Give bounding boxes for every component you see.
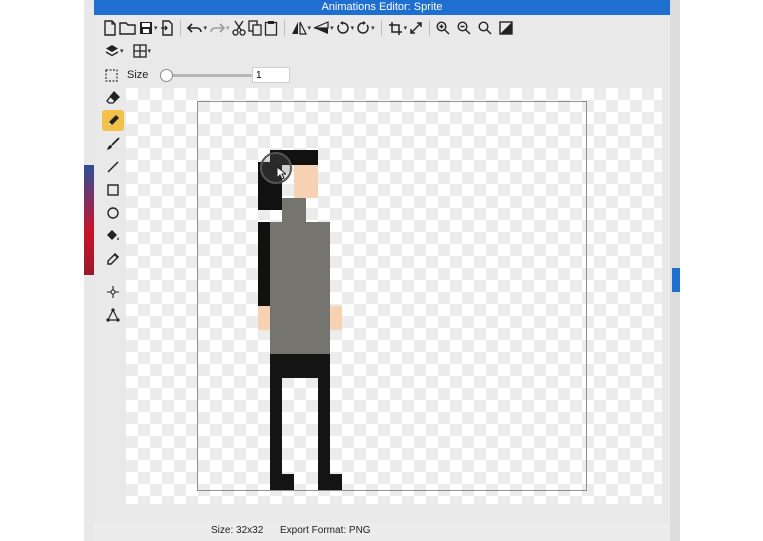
- sprite-torso: [270, 222, 330, 354]
- pointer-cursor-icon: [276, 166, 286, 180]
- zoom-out-icon[interactable]: [457, 18, 471, 38]
- sprite-back-arm: [258, 222, 270, 306]
- sprite-hips: [270, 354, 330, 378]
- background-window-left-accent: [84, 165, 94, 275]
- main-toolbar: ▾ ▾ ▾ ▾ ▾ ▾ ▾ ▾: [102, 17, 514, 39]
- contrast-icon[interactable]: [499, 18, 513, 38]
- status-size: Size: 32x32: [211, 525, 264, 536]
- sprite-foot-right: [318, 474, 342, 490]
- sprite-front-hand: [330, 306, 342, 330]
- crop-icon[interactable]: ▾: [388, 18, 407, 38]
- flip-horizontal-icon[interactable]: ▾: [291, 18, 311, 38]
- flip-vertical-icon[interactable]: ▾: [313, 18, 334, 38]
- transform-icon[interactable]: [102, 304, 124, 325]
- toolbar-separator: [283, 20, 285, 36]
- zoom-in-icon[interactable]: [436, 18, 450, 38]
- animations-editor-window: Animations Editor: Sprite ▾ ▾ ▾ ▾ ▾ ▾ ▾ …: [94, 0, 670, 522]
- size-slider-track[interactable]: [164, 74, 252, 77]
- size-slider-thumb[interactable]: [160, 69, 173, 82]
- selection-icon[interactable]: [105, 65, 118, 85]
- pencil-icon[interactable]: [102, 110, 124, 131]
- status-export-format: Export Format: PNG: [280, 525, 371, 536]
- eraser-icon[interactable]: [102, 87, 124, 108]
- undo-icon[interactable]: ▾: [186, 18, 207, 38]
- redo-icon[interactable]: ▾: [209, 18, 230, 38]
- eyedropper-icon[interactable]: [102, 248, 124, 269]
- fill-bucket-icon[interactable]: [102, 225, 124, 246]
- line-icon[interactable]: [102, 156, 124, 177]
- sprite-leg-left: [270, 378, 282, 474]
- size-input[interactable]: 1: [252, 67, 290, 83]
- sprite-back-hand: [258, 306, 270, 330]
- drawing-canvas-area[interactable]: [126, 88, 662, 504]
- grid-icon[interactable]: ▾: [132, 41, 151, 61]
- secondary-toolbar: ▾ ▾: [104, 40, 152, 62]
- size-label: Size: [127, 69, 149, 81]
- sprite-face: [294, 165, 318, 198]
- zoom-fit-icon[interactable]: [478, 18, 492, 38]
- open-icon[interactable]: [119, 18, 137, 38]
- rectangle-icon[interactable]: [102, 179, 124, 200]
- export-icon[interactable]: [160, 18, 174, 38]
- toolbar-separator: [179, 20, 181, 36]
- sprite-canvas[interactable]: [197, 101, 587, 491]
- status-bar: Size: 32x32 Export Format: PNG: [94, 522, 670, 541]
- resize-icon[interactable]: [409, 18, 423, 38]
- tool-options-bar: Size 1: [104, 64, 304, 86]
- sprite-leg-right: [318, 378, 330, 474]
- window-title: Animations Editor: Sprite: [94, 0, 670, 15]
- brush-icon[interactable]: [102, 133, 124, 154]
- ellipse-icon[interactable]: [102, 202, 124, 223]
- sprite-neck: [282, 198, 306, 222]
- background-window-right-accent: [672, 268, 680, 292]
- tool-palette: [102, 87, 124, 327]
- toolbar-separator: [380, 20, 382, 36]
- save-icon[interactable]: ▾: [139, 18, 158, 38]
- rotate-right-icon[interactable]: ▾: [356, 18, 375, 38]
- layers-icon[interactable]: ▾: [105, 41, 124, 61]
- rotate-left-icon[interactable]: ▾: [336, 18, 354, 38]
- sprite-foot-left: [270, 474, 294, 490]
- move-icon[interactable]: [102, 281, 124, 302]
- paste-icon[interactable]: [264, 18, 278, 38]
- cut-icon[interactable]: [231, 18, 246, 38]
- copy-icon[interactable]: [247, 18, 262, 38]
- toolbar-separator: [429, 20, 431, 36]
- new-icon[interactable]: [103, 18, 117, 38]
